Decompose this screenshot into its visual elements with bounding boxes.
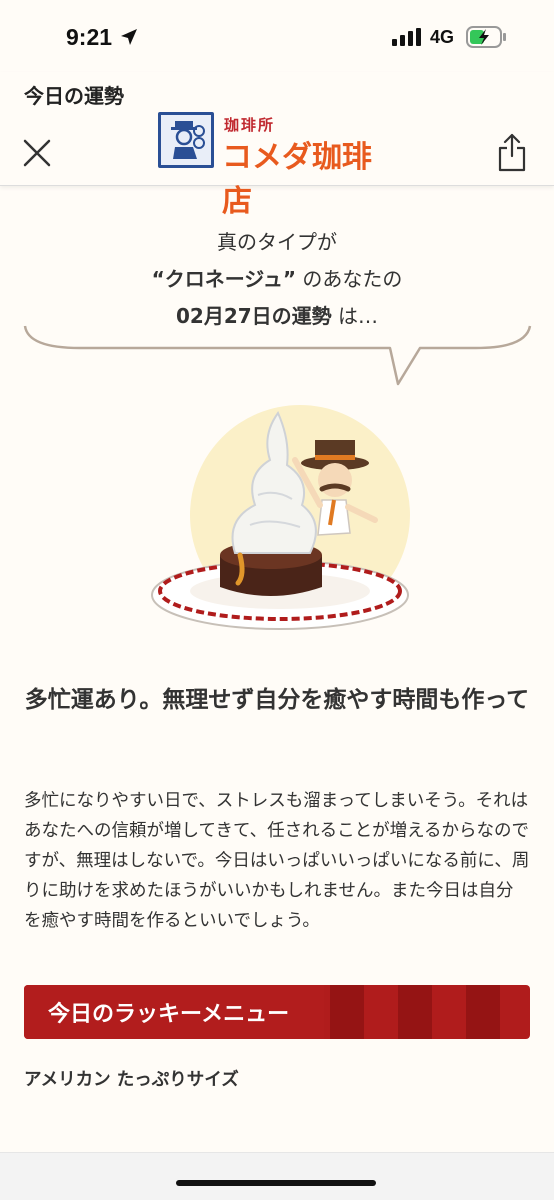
- fortune-body: 多忙になりやすい日で、ストレスも溜まってしまいそう。それはあなたへの信頼が増して…: [24, 791, 530, 931]
- app-header: 今日の運勢 珈琲所 コメダ珈琲店: [0, 72, 554, 219]
- fortune-title: 多忙運あり。無理せず自分を癒やす時間も作って: [24, 687, 530, 713]
- intro-line-2-rest: のあなたの: [296, 267, 403, 291]
- speech-bubble-edge: [23, 325, 532, 386]
- close-icon[interactable]: [22, 138, 52, 168]
- logo-title: コメダ珈琲店: [222, 140, 372, 219]
- network-label: 4G: [430, 27, 455, 47]
- lucky-menu-title: 今日のラッキーメニュー: [48, 1002, 290, 1027]
- intro-line-1: 真のタイプが: [217, 230, 337, 254]
- type-name: “クロネージュ”: [151, 267, 297, 291]
- intro-line-2: “クロネージュ” のあなたの: [0, 261, 554, 298]
- page-title: 今日の運勢: [24, 84, 124, 108]
- share-icon[interactable]: [496, 132, 528, 172]
- signal-icon: [392, 28, 421, 46]
- fortune-illustration: [151, 405, 410, 630]
- battery-charging-icon: [466, 26, 506, 48]
- bottom-toolbar: [0, 1152, 554, 1200]
- home-indicator: [176, 1180, 376, 1186]
- lucky-menu-item: アメリカン たっぷりサイズ: [24, 1070, 239, 1090]
- status-bar: 9:21 4G: [0, 0, 554, 72]
- logo-mark: [158, 112, 214, 168]
- status-time: 9:21: [66, 24, 113, 50]
- location-arrow-icon: [121, 29, 137, 45]
- comeda-logo: 珈琲所 コメダ珈琲店: [158, 112, 398, 219]
- lucky-menu-header: 今日のラッキーメニュー: [24, 985, 530, 1039]
